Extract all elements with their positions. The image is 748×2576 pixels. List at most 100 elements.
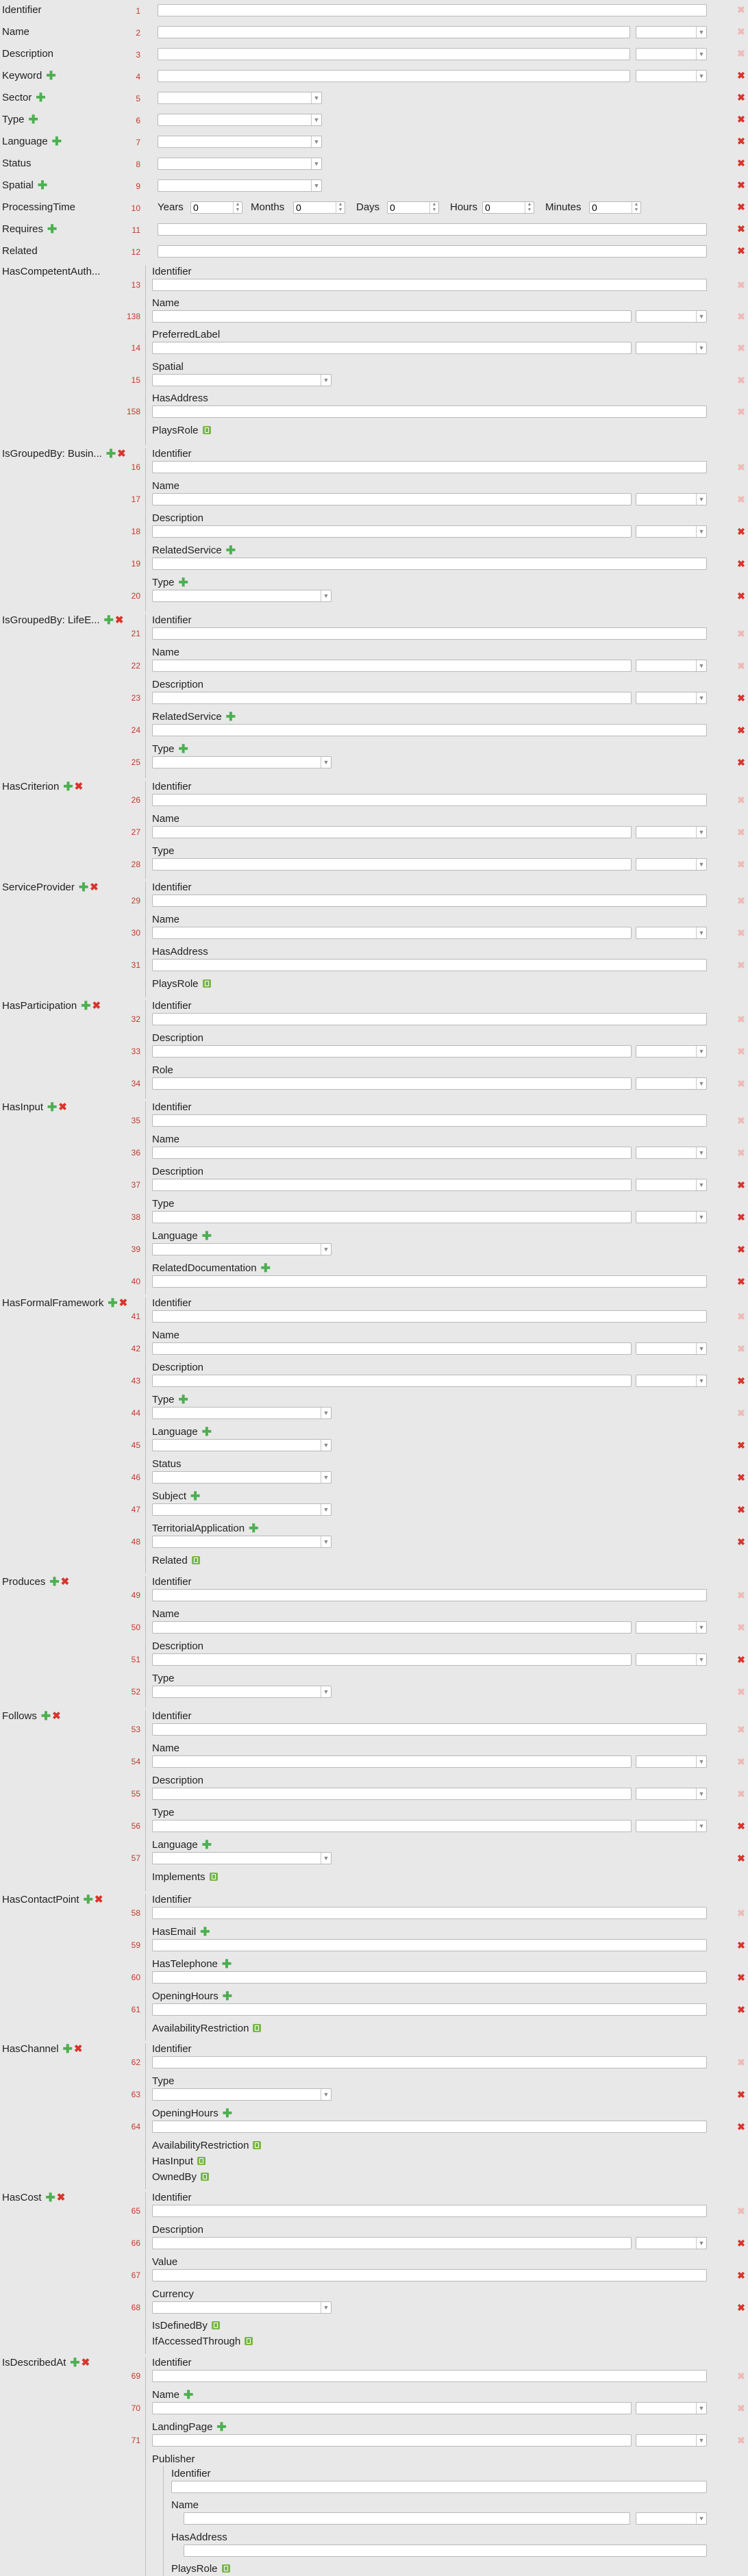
spinner-icon[interactable]: ▲ ▼ — [336, 202, 345, 213]
hastelephone-input[interactable] — [152, 1971, 707, 1984]
remove-icon[interactable]: ✖ — [736, 462, 746, 472]
remove-icon[interactable]: ✖ — [736, 136, 746, 146]
remove-icon[interactable]: ✖ — [736, 224, 746, 234]
spinner-icon[interactable]: ▲ ▼ — [525, 202, 534, 213]
reference-icon[interactable] — [209, 1873, 218, 1881]
remove-icon[interactable]: ✖ — [736, 1079, 746, 1088]
type-input[interactable] — [152, 1211, 632, 1223]
remove-icon[interactable]: ✖ — [736, 1245, 746, 1254]
remove-icon[interactable]: ✖ — [736, 1537, 746, 1547]
plus-icon[interactable]: ✚ — [106, 448, 116, 460]
chevron-down-icon[interactable]: ▼ — [696, 1821, 706, 1831]
remove-icon[interactable]: ✖ — [736, 1821, 746, 1831]
remove-icon[interactable]: ✖ — [736, 495, 746, 504]
spinner-icon[interactable]: ▲ ▼ — [429, 202, 438, 213]
chevron-down-icon[interactable]: ▼ — [696, 71, 706, 82]
description-input[interactable] — [152, 525, 632, 538]
remove-icon[interactable]: ✖ — [736, 49, 746, 58]
plus-icon[interactable]: ✚ — [38, 179, 47, 191]
remove-icon[interactable]: ✖ — [736, 1116, 746, 1125]
plus-icon[interactable]: ✚ — [49, 1576, 59, 1588]
plus-icon[interactable]: ✚ — [179, 1394, 188, 1405]
reference-icon[interactable] — [221, 2564, 230, 2573]
remove-icon[interactable]: ✖ — [736, 2403, 746, 2413]
spatial-select[interactable]: ▼ — [158, 179, 322, 192]
identifier-input[interactable] — [152, 1589, 707, 1601]
chevron-down-icon[interactable]: ▼ — [321, 1686, 331, 1697]
plus-icon[interactable]: ✚ — [226, 545, 236, 556]
remove-icon[interactable]: ✖ — [736, 1973, 746, 1982]
remove-icon[interactable]: ✖ — [736, 1725, 746, 1734]
preferredlabel-select[interactable]: ▼ — [636, 342, 707, 354]
chevron-down-icon[interactable]: ▼ — [321, 590, 331, 601]
remove-icon[interactable]: ✖ — [736, 1590, 746, 1600]
identifier-input[interactable] — [152, 1013, 707, 1025]
relatedservice-input[interactable] — [152, 558, 707, 570]
name-input[interactable] — [152, 826, 632, 838]
remove-icon[interactable]: ✖ — [736, 2303, 746, 2312]
chevron-down-icon[interactable]: ▼ — [696, 1212, 706, 1223]
plus-icon[interactable]: ✚ — [41, 1710, 51, 1722]
chevron-down-icon[interactable]: ▼ — [321, 1504, 331, 1515]
openinghours-input[interactable] — [152, 2121, 707, 2133]
remove-icon[interactable]: ✖ — [736, 114, 746, 124]
remove-icon[interactable]: ✖ — [736, 1180, 746, 1190]
plus-icon[interactable]: ✚ — [179, 743, 188, 755]
type-input[interactable] — [152, 1820, 632, 1832]
remove-icon[interactable]: ✖ — [736, 1148, 746, 1158]
chevron-down-icon[interactable]: ▼ — [321, 2302, 331, 2313]
type-select[interactable]: ▼ — [152, 756, 332, 768]
identifier-input[interactable] — [152, 794, 707, 806]
publisher-name-input[interactable] — [184, 2512, 630, 2525]
remove-icon[interactable]: ✖ — [115, 615, 124, 625]
status-select[interactable]: ▼ — [158, 158, 322, 170]
remove-icon[interactable]: ✖ — [736, 1277, 746, 1286]
remove-icon[interactable]: ✖ — [117, 449, 126, 459]
spinner-icon[interactable]: ▲ ▼ — [632, 202, 640, 213]
remove-icon[interactable]: ✖ — [736, 2238, 746, 2248]
remove-icon[interactable]: ✖ — [736, 1440, 746, 1450]
name-select[interactable]: ▼ — [636, 26, 707, 38]
chevron-down-icon[interactable]: ▼ — [321, 1440, 331, 1451]
remove-icon[interactable]: ✖ — [736, 827, 746, 837]
name-input[interactable] — [152, 1755, 632, 1768]
remove-icon[interactable]: ✖ — [736, 1789, 746, 1799]
role-input[interactable] — [152, 1077, 632, 1090]
reference-icon[interactable] — [245, 2337, 253, 2345]
remove-icon[interactable]: ✖ — [736, 280, 746, 290]
chevron-down-icon[interactable]: ▼ — [321, 375, 331, 386]
landingpage-input[interactable] — [152, 2434, 632, 2447]
remove-icon[interactable]: ✖ — [736, 343, 746, 353]
plus-icon[interactable]: ✚ — [202, 1839, 212, 1851]
status-select[interactable]: ▼ — [152, 1471, 332, 1484]
hasemail-input[interactable] — [152, 1939, 707, 1951]
chevron-down-icon[interactable]: ▼ — [696, 311, 706, 322]
value-input[interactable] — [152, 2269, 707, 2281]
language-select[interactable]: ▼ — [152, 1852, 332, 1864]
name-input[interactable] — [152, 2402, 632, 2414]
name-input[interactable] — [152, 1342, 632, 1355]
plus-icon[interactable]: ✚ — [79, 881, 88, 893]
identifier-input[interactable] — [152, 895, 707, 907]
plus-icon[interactable]: ✚ — [63, 781, 73, 792]
chevron-down-icon[interactable]: ▼ — [321, 1853, 331, 1864]
type-select[interactable]: ▼ — [152, 590, 332, 602]
description-input[interactable] — [152, 1375, 632, 1387]
remove-icon[interactable]: ✖ — [736, 896, 746, 905]
landingpage-select[interactable]: ▼ — [636, 2434, 707, 2447]
remove-icon[interactable]: ✖ — [736, 92, 746, 102]
name-input[interactable] — [152, 1147, 632, 1159]
remove-icon[interactable]: ✖ — [736, 527, 746, 536]
plus-icon[interactable]: ✚ — [222, 1958, 232, 1970]
chevron-down-icon[interactable]: ▼ — [696, 2238, 706, 2249]
chevron-down-icon[interactable]: ▼ — [696, 526, 706, 537]
plus-icon[interactable]: ✚ — [81, 1000, 90, 1012]
relateddocumentation-input[interactable] — [152, 1275, 707, 1288]
chevron-down-icon[interactable]: ▼ — [311, 180, 321, 191]
plus-icon[interactable]: ✚ — [52, 136, 62, 147]
remove-icon[interactable]: ✖ — [736, 629, 746, 638]
remove-icon[interactable]: ✖ — [736, 2271, 746, 2280]
preferredlabel-input[interactable] — [152, 342, 632, 354]
remove-icon[interactable]: ✖ — [736, 375, 746, 385]
name-select[interactable]: ▼ — [636, 927, 707, 939]
